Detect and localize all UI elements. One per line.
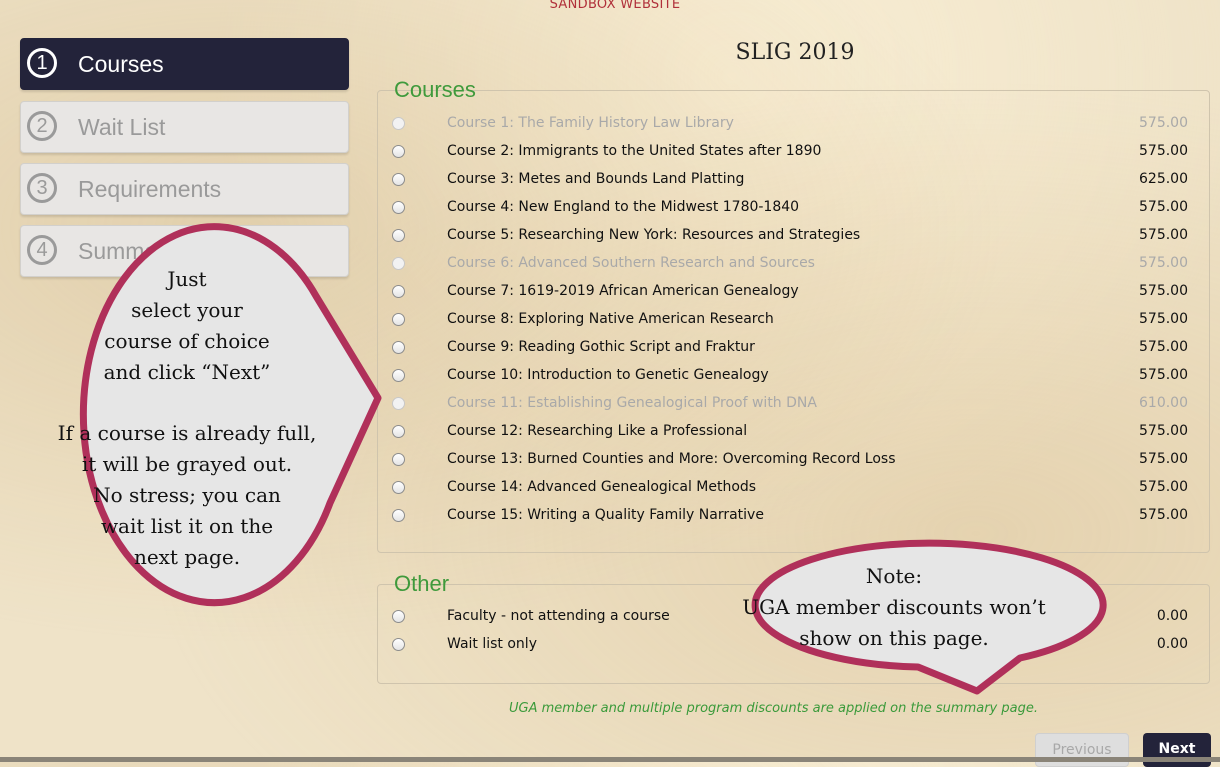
- callout-line: No stress; you can: [93, 483, 281, 507]
- callout-line: If a course is already full,: [57, 421, 317, 445]
- right-callout-text: Note: UGA member discounts won’t show on…: [724, 561, 1064, 654]
- left-callout-text: Just select your course of choice and cl…: [56, 264, 318, 573]
- callout-line: next page.: [133, 545, 241, 569]
- callout-line: wait list it on the: [100, 514, 274, 538]
- callout-line: show on this page.: [799, 626, 989, 650]
- callout-line: UGA member discounts won’t: [742, 595, 1046, 619]
- callout-line: it will be grayed out.: [81, 452, 293, 476]
- callout-line: Just: [167, 267, 207, 291]
- callout-line: Note:: [865, 564, 923, 588]
- callout-line: course of choice: [104, 329, 270, 353]
- callout-line: select your: [131, 298, 243, 322]
- callout-line: and click “Next”: [103, 360, 271, 384]
